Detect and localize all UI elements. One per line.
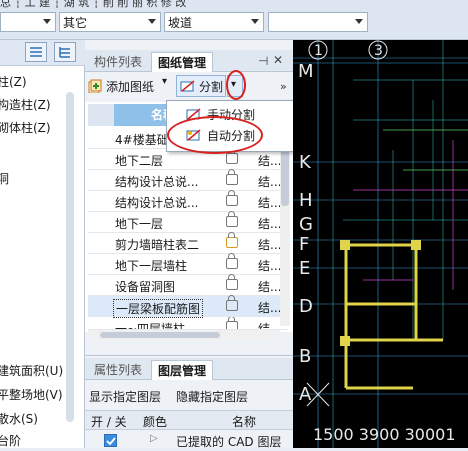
lock-icon[interactable]	[226, 295, 238, 311]
svg-text:G: G	[299, 214, 313, 235]
unlock-icon[interactable]	[226, 232, 238, 248]
svg-text:1: 1	[314, 43, 323, 59]
col-color: 颜色	[143, 415, 168, 429]
lock-icon[interactable]	[226, 211, 238, 227]
pin-icon[interactable]: ⊣	[258, 54, 268, 68]
cad-drawing-canvas[interactable]: 1 3 M K H G F E D B A 1500 3900 30001	[293, 40, 468, 448]
table-row[interactable]: 地下二层 结...	[88, 148, 288, 170]
grid-header-index	[88, 104, 114, 126]
table-row[interactable]: 结构设计总说... 结...	[88, 169, 288, 191]
tree-item-steps[interactable]: 台阶	[0, 432, 21, 449]
table-row-selected[interactable]: 一层梁板配筋图 结...	[88, 295, 288, 318]
svg-text:M: M	[298, 61, 314, 82]
type-dropdown[interactable]: 坡道	[164, 12, 264, 32]
highlight-circle-auto-split	[167, 116, 263, 154]
lock-icon[interactable]	[226, 317, 238, 329]
lock-icon[interactable]	[226, 169, 238, 185]
tree-icon	[59, 47, 70, 58]
show-layer-button[interactable]: 显示指定图层	[89, 388, 161, 405]
table-row[interactable]: 地下一层墙柱 结...	[88, 253, 288, 275]
scroll-thumb[interactable]	[281, 146, 289, 206]
lock-icon[interactable]	[226, 274, 238, 290]
close-icon[interactable]: ✕	[273, 53, 283, 67]
filter-dropdown-4[interactable]	[268, 12, 368, 32]
tree-view-button[interactable]	[54, 42, 76, 62]
tree-item-apron[interactable]: 散水(S)	[0, 410, 38, 427]
scroll-thumb[interactable]	[100, 332, 220, 338]
svg-text:D: D	[299, 296, 313, 317]
lock-icon[interactable]	[226, 253, 238, 269]
tree-item-site-leveling[interactable]: 平整场地(V)	[0, 386, 63, 403]
split-icon	[180, 80, 195, 92]
list-view-button[interactable]	[25, 42, 47, 62]
tree-item-building-area[interactable]: 建筑面积(U)	[0, 362, 63, 379]
svg-text:B: B	[299, 346, 311, 367]
chevron-down-icon	[148, 19, 156, 24]
tree-item-masonry-column[interactable]: 砌体柱(Z)	[0, 119, 51, 136]
layer-name-extracted: 已提取的 CAD 图层	[176, 435, 282, 449]
svg-text:F: F	[299, 234, 309, 255]
table-row[interactable]: 结构设计总说... 结...	[88, 190, 288, 212]
col-name: 名称	[232, 415, 257, 429]
hide-layer-button[interactable]: 隐藏指定图层	[176, 388, 248, 405]
left-scrollbar[interactable]	[66, 92, 74, 422]
tree-item-opening[interactable]: 洞	[0, 170, 9, 187]
table-row[interactable]: 一~四层墙柱 结...	[88, 317, 288, 330]
top-partial-text: 总 ┆ 工 建 ┆ 湖 筑 ┆ 削 削 丽 积 修 改	[0, 0, 187, 8]
svg-text:1500 3900 30001: 1500 3900 30001	[313, 425, 456, 444]
col-onoff: 开 / 关	[91, 415, 127, 429]
tab-component-list[interactable]: 构件列表	[88, 52, 148, 72]
check-icon	[106, 437, 116, 446]
lock-icon[interactable]	[226, 148, 238, 164]
grid-vertical-scrollbar[interactable]	[280, 126, 290, 326]
list-icon	[30, 47, 42, 57]
svg-text:K: K	[299, 152, 312, 173]
table-row[interactable]: 设备留洞图 结...	[88, 274, 288, 296]
tab-properties[interactable]: 属性列表	[88, 360, 148, 380]
tab-layer-manage[interactable]: 图层管理	[151, 360, 214, 380]
grid-horizontal-scrollbar[interactable]	[88, 330, 280, 340]
chevron-down-icon	[43, 19, 51, 24]
svg-text:E: E	[299, 258, 310, 279]
svg-text:3: 3	[374, 43, 383, 59]
tree-item-column[interactable]: 柱(Z)	[0, 73, 27, 90]
highlight-circle-dropdown	[226, 70, 246, 100]
cad-drawing: 1 3 M K H G F E D B A 1500 3900 30001	[293, 40, 468, 448]
chevron-down-icon	[251, 19, 259, 24]
tab-drawing-manage[interactable]: 图纸管理	[151, 52, 214, 72]
filter-dropdown-1[interactable]	[0, 12, 56, 32]
table-row[interactable]: 地下一层 结...	[88, 211, 288, 233]
category-dropdown[interactable]: 其它	[59, 12, 161, 32]
svg-text:H: H	[299, 190, 313, 211]
svg-text:A: A	[299, 384, 312, 405]
expand-arrow-icon[interactable]: ▷	[150, 433, 158, 444]
lock-icon[interactable]	[226, 190, 238, 206]
table-row[interactable]: 剪力墙暗柱表二 结...	[88, 232, 288, 254]
chevron-down-icon	[355, 19, 363, 24]
tree-item-constructional-column[interactable]: 构造柱(Z)	[0, 96, 51, 113]
more-chevron-icon[interactable]: »	[280, 80, 287, 93]
layer-visible-checkbox[interactable]	[104, 434, 117, 447]
chevron-down-icon: ▾	[162, 76, 168, 87]
split-button[interactable]: 分割	[176, 75, 226, 97]
add-drawing-icon	[88, 79, 102, 93]
